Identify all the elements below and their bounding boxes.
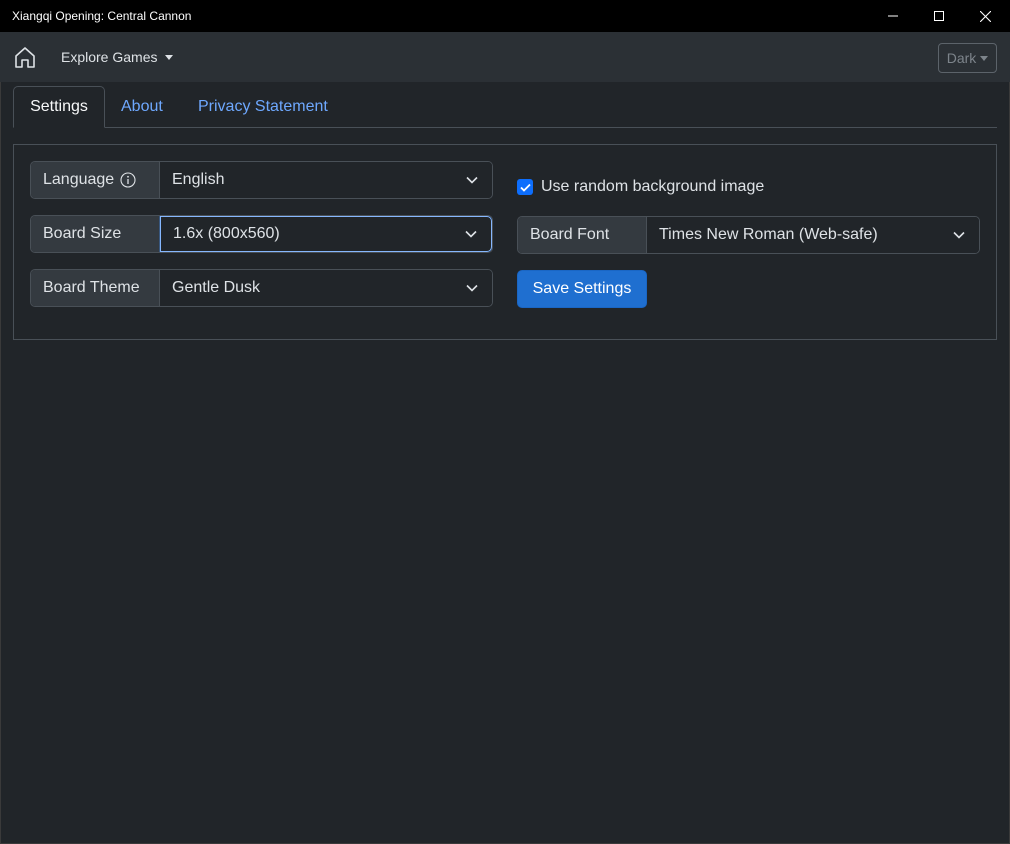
close-button[interactable]	[962, 0, 1008, 32]
board-theme-select[interactable]: Gentle Dusk	[160, 270, 492, 306]
theme-dropdown-button[interactable]: Dark	[938, 43, 997, 73]
settings-panel: Language English Board Size 1.6x (800x56…	[13, 144, 997, 340]
board-font-group: Board Font Times New Roman (Web-safe)	[517, 216, 980, 254]
home-button[interactable]	[12, 44, 38, 70]
board-theme-label: Board Theme	[43, 279, 140, 296]
tab-settings[interactable]: Settings	[13, 86, 105, 128]
explore-games-label: Explore Games	[61, 49, 158, 65]
board-theme-group: Board Theme Gentle Dusk	[30, 269, 493, 307]
board-size-group: Board Size 1.6x (800x560)	[30, 215, 493, 253]
tab-bar: Settings About Privacy Statement	[13, 86, 997, 128]
navbar: Explore Games Dark	[0, 32, 1010, 82]
board-font-label: Board Font	[530, 226, 610, 243]
theme-label: Dark	[946, 50, 977, 66]
save-settings-button[interactable]: Save Settings	[517, 270, 647, 308]
tab-about[interactable]: About	[121, 86, 163, 128]
random-background-row: Use random background image	[517, 178, 764, 196]
board-size-select[interactable]: 1.6x (800x560)	[160, 216, 492, 252]
close-icon	[979, 10, 991, 22]
board-theme-label-box: Board Theme	[31, 270, 160, 306]
maximize-icon	[934, 11, 944, 21]
language-label-box: Language	[31, 162, 160, 198]
minimize-button[interactable]	[870, 0, 916, 32]
language-select[interactable]: English	[160, 162, 492, 198]
caret-down-icon	[165, 54, 174, 60]
board-size-value: 1.6x (800x560)	[173, 225, 280, 242]
language-label: Language	[43, 171, 115, 188]
minimize-icon	[888, 15, 898, 17]
checkmark-icon	[519, 183, 531, 192]
random-background-label[interactable]: Use random background image	[541, 178, 764, 196]
maximize-button[interactable]	[916, 0, 962, 32]
board-size-label: Board Size	[43, 225, 122, 242]
chevron-down-icon	[466, 176, 478, 184]
window-title: Xiangqi Opening: Central Cannon	[12, 9, 192, 23]
home-icon	[15, 47, 35, 68]
chevron-down-icon	[465, 230, 477, 238]
caret-down-icon	[980, 55, 989, 61]
explore-games-dropdown[interactable]: Explore Games	[61, 49, 174, 65]
board-font-select[interactable]: Times New Roman (Web-safe)	[647, 217, 979, 253]
board-size-label-box: Board Size	[31, 216, 160, 252]
board-theme-value: Gentle Dusk	[172, 279, 261, 296]
random-background-checkbox[interactable]	[517, 179, 533, 195]
tab-privacy-statement[interactable]: Privacy Statement	[198, 86, 328, 128]
language-value: English	[172, 171, 225, 188]
board-font-label-box: Board Font	[518, 217, 647, 253]
chevron-down-icon	[466, 284, 478, 292]
chevron-down-icon	[953, 231, 965, 239]
board-font-value: Times New Roman (Web-safe)	[659, 226, 878, 243]
language-group: Language English	[30, 161, 493, 199]
info-icon[interactable]	[120, 172, 136, 188]
title-bar[interactable]: Xiangqi Opening: Central Cannon	[0, 0, 1010, 32]
